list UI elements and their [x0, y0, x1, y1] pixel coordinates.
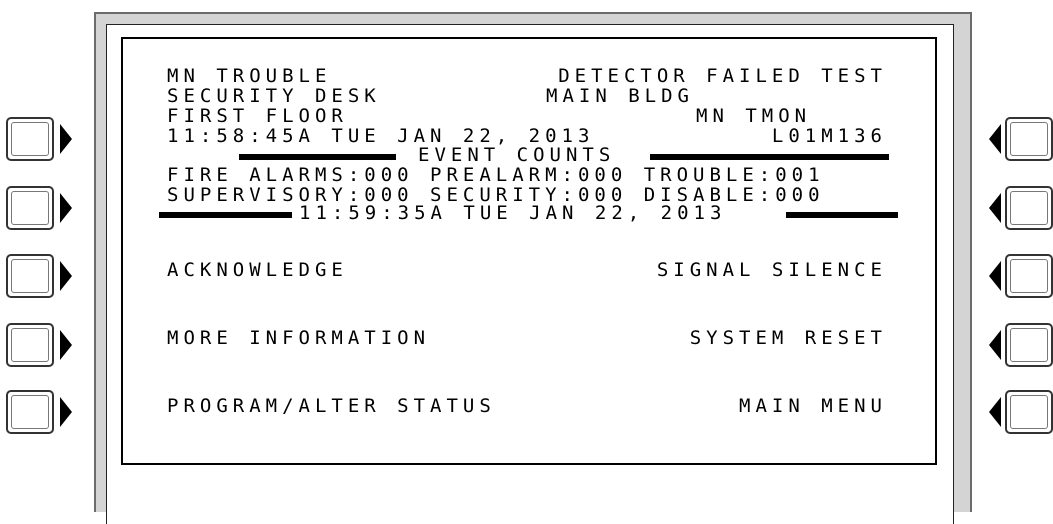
right-soft-key-2[interactable] — [981, 182, 1053, 234]
event-counts-header: EVENT COUNTS — [418, 144, 616, 166]
softkey-label-program-alter-status: PROGRAM/ALTER STATUS — [167, 395, 496, 417]
event-counts-line-1: FIRE ALARMS:000 PREALARM:000 TROUBLE:001 — [167, 164, 825, 186]
left-soft-key-1[interactable] — [0, 113, 72, 165]
left-arrow-icon — [989, 330, 1001, 360]
soft-key-button[interactable] — [1005, 254, 1053, 298]
soft-key-button[interactable] — [1005, 186, 1053, 230]
right-arrow-icon — [60, 124, 72, 154]
right-soft-key-4[interactable] — [981, 319, 1053, 371]
softkey-label-more-information: MORE INFORMATION — [167, 327, 431, 349]
device-type: MN TMON — [696, 105, 812, 127]
soft-key-button[interactable] — [6, 323, 54, 367]
left-arrow-icon — [989, 193, 1001, 223]
right-soft-key-5[interactable] — [981, 386, 1053, 438]
softkey-label-signal-silence: SIGNAL SILENCE — [656, 259, 887, 281]
lcd-display: MN TROUBLE DETECTOR FAILED TEST SECURITY… — [121, 37, 937, 465]
left-arrow-icon — [989, 124, 1001, 154]
location-line-2: MAIN BLDG — [546, 85, 694, 107]
left-arrow-icon — [989, 397, 1001, 427]
soft-key-button[interactable] — [6, 186, 54, 230]
event-timestamp: 11:58:45A TUE JAN 22, 2013 — [167, 125, 595, 147]
soft-key-button[interactable] — [1005, 117, 1053, 161]
event-description: DETECTOR FAILED TEST — [558, 65, 887, 87]
location-line-3: FIRST FLOOR — [167, 105, 348, 127]
right-arrow-icon — [60, 330, 72, 360]
device-address: L01M136 — [771, 125, 887, 147]
soft-key-button[interactable] — [1005, 390, 1053, 434]
left-soft-key-5[interactable] — [0, 386, 72, 438]
soft-key-button[interactable] — [6, 254, 54, 298]
right-soft-key-1[interactable] — [981, 113, 1053, 165]
left-soft-key-2[interactable] — [0, 182, 72, 234]
soft-key-button[interactable] — [6, 390, 54, 434]
divider-left — [239, 154, 396, 160]
left-arrow-icon — [989, 261, 1001, 291]
clock-divider-left — [159, 212, 292, 218]
soft-key-button[interactable] — [1005, 323, 1053, 367]
right-arrow-icon — [60, 193, 72, 223]
right-soft-key-3[interactable] — [981, 250, 1053, 302]
softkey-label-main-menu: MAIN MENU — [739, 395, 887, 417]
softkey-label-system-reset: SYSTEM RESET — [689, 327, 887, 349]
right-arrow-icon — [60, 397, 72, 427]
right-arrow-icon — [60, 261, 72, 291]
left-soft-key-4[interactable] — [0, 319, 72, 371]
location-line-1: SECURITY DESK — [167, 85, 381, 107]
event-type: MN TROUBLE — [167, 65, 332, 87]
divider-right — [650, 154, 889, 160]
softkey-label-acknowledge: ACKNOWLEDGE — [167, 259, 348, 281]
current-clock: 11:59:35A TUE JAN 22, 2013 — [299, 202, 727, 224]
left-soft-key-3[interactable] — [0, 250, 72, 302]
clock-divider-right — [786, 212, 898, 218]
soft-key-button[interactable] — [6, 117, 54, 161]
